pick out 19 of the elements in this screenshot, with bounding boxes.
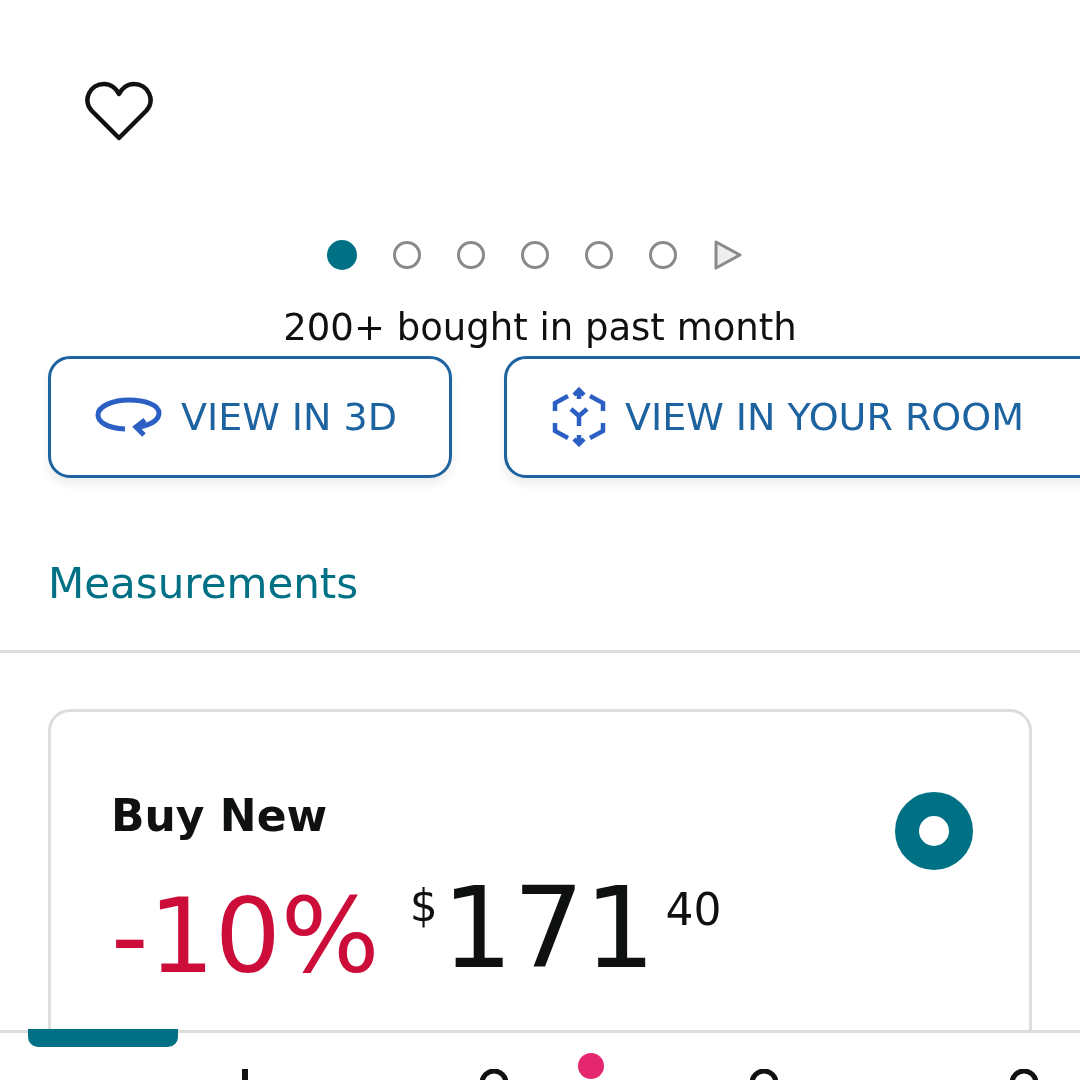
measurements-link[interactable]: Measurements bbox=[48, 554, 359, 614]
page-dot[interactable] bbox=[393, 241, 421, 269]
currency-symbol: $ bbox=[409, 884, 438, 928]
purchase-count-text: 200+ bought in past month bbox=[282, 305, 798, 351]
page-dot[interactable] bbox=[521, 241, 549, 269]
offer-title: Buy New bbox=[111, 789, 328, 843]
page-dot[interactable] bbox=[457, 241, 485, 269]
cube-icon bbox=[551, 387, 607, 447]
price-whole: 171 bbox=[441, 872, 656, 984]
view-in-3d-button[interactable]: VIEW IN 3D bbox=[48, 356, 452, 478]
play-icon[interactable] bbox=[713, 239, 743, 271]
radio-button[interactable] bbox=[895, 792, 973, 870]
page-dot[interactable] bbox=[327, 240, 357, 270]
view-in-room-button[interactable]: VIEW IN YOUR ROOM bbox=[504, 356, 1080, 478]
price-fraction: 40 bbox=[665, 888, 722, 932]
rotate-icon bbox=[95, 396, 163, 438]
page-dot[interactable] bbox=[585, 241, 613, 269]
discount-text: -10% bbox=[111, 884, 380, 988]
page-dot[interactable] bbox=[649, 241, 677, 269]
